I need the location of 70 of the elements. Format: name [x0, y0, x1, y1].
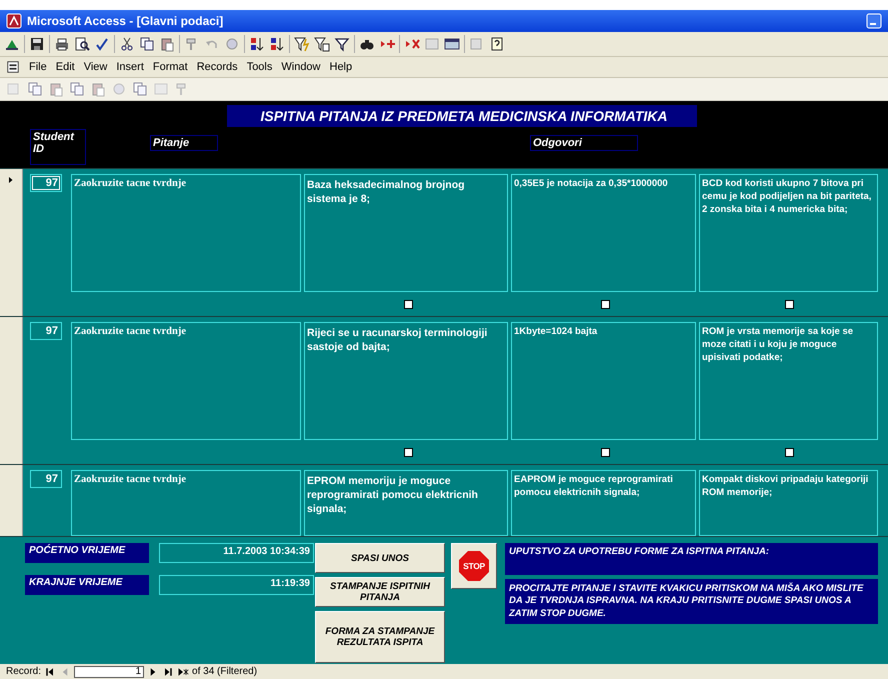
column-header: Student ID: [30, 129, 86, 165]
answer-field[interactable]: 0,35E5 je notacija za 0,35*1000000: [511, 174, 696, 292]
answer-checkbox[interactable]: [784, 448, 794, 457]
answer-checkbox[interactable]: [601, 300, 610, 309]
paste-icon[interactable]: [90, 81, 106, 97]
question-field[interactable]: Zaokruzite tacne tvrdnje: [71, 322, 301, 440]
answer-checkbox[interactable]: [784, 300, 794, 309]
column-header: Pitanje: [150, 135, 218, 151]
window-title: Microsoft Access - [Glavni podaci]: [27, 14, 224, 28]
record-count: of 34 (Filtered): [192, 666, 258, 677]
question-field[interactable]: Zaokruzite tacne tvrdnje: [71, 174, 301, 292]
answer-field[interactable]: ROM je vrsta memorije sa koje se moze citati i u koju je moguce upisivati podatke;: [699, 322, 878, 440]
paste-icon[interactable]: [159, 36, 175, 52]
form-icon[interactable]: [6, 60, 20, 74]
minimize-icon[interactable]: [866, 13, 882, 29]
answer-field[interactable]: EPROM memoriju je moguce reprogramirati pomocu elektricnih signala;: [304, 470, 508, 536]
menu-item[interactable]: Window: [281, 61, 320, 73]
current-record-icon[interactable]: [7, 175, 15, 185]
question-field[interactable]: Zaokruzite tacne tvrdnje: [71, 470, 301, 536]
sort-ascending-icon[interactable]: [249, 36, 265, 52]
paste-icon[interactable]: [48, 81, 64, 97]
answer-checkbox[interactable]: [601, 448, 610, 457]
filter-icon[interactable]: [334, 36, 350, 52]
answer-field[interactable]: BCD kod koristi ukupno 7 bitova pri cemu je kod podijeljen na bit pariteta, 2 zonska bita i 4 numericka bita;: [699, 174, 878, 292]
menu-item[interactable]: File: [29, 61, 47, 73]
save-button[interactable]: SPASI UNOS: [315, 543, 445, 573]
student-id-field[interactable]: 97: [30, 322, 62, 340]
answer-field[interactable]: EAPROM je moguce reprogramirati pomocu elektricnih signala;: [511, 470, 696, 536]
stop-button[interactable]: STOP: [451, 543, 497, 589]
last-record-icon[interactable]: [162, 666, 174, 678]
answer-field[interactable]: Baza heksadecimalnog brojnog sistema je 8;: [304, 174, 508, 292]
spelling-icon[interactable]: [94, 36, 110, 52]
print-questions-button[interactable]: STAMPANJE ISPITNIH PITANJA: [315, 577, 445, 607]
form-title: ISPITNA PITANJA IZ PREDMETA MEDICINSKA INFORMATIKA: [227, 105, 697, 127]
filter-selection-icon[interactable]: [294, 36, 310, 52]
cut-icon[interactable]: [119, 36, 135, 52]
new-record-icon[interactable]: [177, 666, 190, 678]
student-id-field[interactable]: 97: [30, 470, 62, 488]
menu-item[interactable]: Help: [330, 61, 352, 73]
menu-item[interactable]: Tools: [246, 61, 272, 73]
start-time-field[interactable]: 11.7.2003 10:34:39: [159, 543, 314, 563]
start-time-label: POĆETNO VRIJEME: [25, 543, 149, 563]
answer-field[interactable]: Rijeci se u racunarskoj terminologiji sastoje od bajta;: [304, 322, 508, 440]
end-time-field[interactable]: 11:19:39: [159, 575, 314, 595]
answer-field[interactable]: 1Kbyte=1024 bajta: [511, 322, 696, 440]
sort-descending-icon[interactable]: [269, 36, 285, 52]
copy-icon[interactable]: [139, 36, 155, 52]
filter-form-icon[interactable]: [314, 36, 330, 52]
menu-item[interactable]: Records: [196, 61, 238, 73]
menu-item[interactable]: View: [84, 61, 108, 73]
end-time-label: KRAJNJE VRIJEME: [25, 575, 149, 595]
print-preview-icon[interactable]: [74, 36, 90, 52]
column-header: Odgovori: [530, 135, 638, 151]
save-icon[interactable]: [29, 36, 45, 52]
instructions-text: PROCITAJTE PITANJE I STAVITE KVAKICU PRITISKOM NA MIŠA AKO MISLITE DA JE TVRDNJA ISPRAVNA. NA KRAJU PRITISNITE DUGME SPASI UNOS A ZATIM STOP DUGME.: [505, 579, 878, 624]
menu-item[interactable]: Insert: [116, 61, 144, 73]
answer-checkbox[interactable]: [404, 300, 412, 309]
menu-item[interactable]: Format: [152, 61, 188, 73]
instructions-title: UPUTSTVO ZA UPOTREBU FORME ZA ISPITNA PITANJA:: [505, 543, 878, 575]
record-number-field[interactable]: 1: [74, 666, 144, 678]
answer-checkbox[interactable]: [404, 448, 412, 457]
database-window-icon[interactable]: [444, 36, 460, 52]
record-label: Record:: [6, 666, 42, 677]
app-icon[interactable]: [6, 13, 22, 29]
student-id-field[interactable]: 97: [30, 174, 62, 192]
menu-item[interactable]: Edit: [56, 61, 75, 73]
print-results-form-button[interactable]: FORMA ZA STAMPANJE REZULTATA ISPITA: [315, 611, 445, 663]
help-icon[interactable]: [489, 36, 505, 52]
print-icon[interactable]: [54, 36, 70, 52]
answer-field[interactable]: Kompakt diskovi pripadaju kategoriji ROM memorije;: [699, 470, 878, 536]
